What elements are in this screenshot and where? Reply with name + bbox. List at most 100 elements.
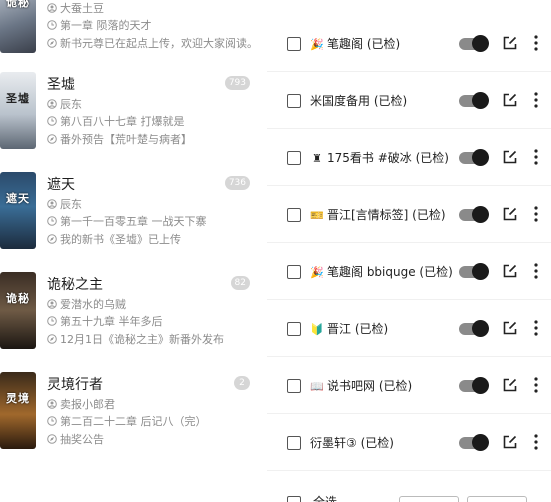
edit-icon[interactable]: [502, 263, 518, 279]
select-all-checkbox[interactable]: [287, 496, 301, 502]
source-select-checkbox[interactable]: [287, 436, 301, 450]
source-row[interactable]: 米国度备用 (已检): [267, 72, 551, 129]
more-options-icon[interactable]: [532, 433, 540, 451]
user-icon: [47, 399, 57, 409]
user-icon: [47, 99, 57, 109]
source-enabled-toggle[interactable]: [459, 149, 489, 166]
edit-icon[interactable]: [502, 434, 518, 450]
source-select-checkbox[interactable]: [287, 151, 301, 165]
book-note: 新书元尊已在起点上传，欢迎大家阅读。: [47, 35, 258, 51]
book-note: 番外预告【荒叶楚与病者】: [47, 131, 192, 147]
toggle-knob: [472, 35, 489, 52]
source-name: 🎉 笔趣阁 (已检): [310, 35, 400, 52]
edit-icon[interactable]: [502, 320, 518, 336]
book-item[interactable]: 遮天 遮天 736 辰东 第一千一百零五章 一战天下寨 我的新书《圣墟》已上传: [0, 172, 258, 272]
book-cover: 诡秘: [0, 0, 36, 53]
toggle-knob: [472, 149, 489, 166]
bottom-action-button[interactable]: [467, 496, 527, 502]
source-row[interactable]: 📖 说书吧网 (已检): [267, 357, 551, 414]
toggle-knob: [472, 206, 489, 223]
book-latest-chapter: 第五十九章 半年多后: [47, 313, 163, 329]
bookshelf-list: 诡秘 大蚕土豆 第一章 陨落的天才 新书元尊已在起点上传，欢迎大家阅读。 圣墟 …: [0, 0, 258, 502]
book-cover: 诡秘: [0, 272, 36, 349]
more-options-icon[interactable]: [532, 34, 540, 52]
edit-icon[interactable]: [502, 35, 518, 51]
clock-icon: [47, 116, 57, 126]
user-icon: [47, 299, 57, 309]
book-note: 12月1日《诡秘之主》新番外发布: [47, 331, 224, 347]
source-select-checkbox[interactable]: [287, 208, 301, 222]
source-select-checkbox[interactable]: [287, 37, 301, 51]
source-select-checkbox[interactable]: [287, 94, 301, 108]
unread-count-badge: 793: [224, 76, 250, 90]
book-latest-chapter: 第二百二十二章 后记八（完）: [47, 413, 207, 429]
book-title: 诡秘之主: [47, 277, 103, 293]
book-cover-text: 圣墟: [6, 92, 30, 105]
source-name-text: 笔趣阁 (已检): [327, 37, 401, 51]
source-emoji-icon: 🔰: [310, 323, 324, 336]
book-item[interactable]: 圣墟 圣墟 793 辰东 第八百八十七章 打爆就是 番外预告【荒叶楚与病者】: [0, 72, 258, 172]
source-row[interactable]: 🎉 笔趣阁 bbiquge (已检): [267, 243, 551, 300]
book-author: 辰东: [47, 96, 82, 112]
book-title: 圣墟: [47, 77, 75, 93]
compass-icon: [47, 234, 57, 244]
source-name-text: 衍墨轩③ (已检): [310, 436, 394, 450]
source-enabled-toggle[interactable]: [459, 35, 489, 52]
edit-icon[interactable]: [502, 377, 518, 393]
more-options-icon[interactable]: [532, 205, 540, 223]
source-select-checkbox[interactable]: [287, 379, 301, 393]
toggle-knob: [472, 320, 489, 337]
more-options-icon[interactable]: [532, 376, 540, 394]
book-source-list: 🎉 笔趣阁 (已检) 米国度备用 (已检) ♜ 175看书 #破冰 (已检) 🎫 晋江[言情…: [267, 0, 551, 502]
edit-icon[interactable]: [502, 92, 518, 108]
source-emoji-icon: ♜: [312, 152, 322, 165]
source-row[interactable]: 🎫 晋江[言情标签] (已检): [267, 186, 551, 243]
source-enabled-toggle[interactable]: [459, 92, 489, 109]
source-enabled-toggle[interactable]: [459, 320, 489, 337]
clock-icon: [47, 316, 57, 326]
source-row[interactable]: 衍墨轩③ (已检): [267, 414, 551, 471]
source-name-text: 晋江 (已检): [327, 322, 389, 336]
unread-count-badge: 736: [224, 176, 250, 190]
source-emoji-icon: 🎉: [310, 266, 324, 279]
more-options-icon[interactable]: [532, 319, 540, 337]
source-name: ♜ 175看书 #破冰 (已检): [310, 149, 449, 166]
book-title: 遮天: [47, 177, 75, 193]
book-item[interactable]: 诡秘 大蚕土豆 第一章 陨落的天才 新书元尊已在起点上传，欢迎大家阅读。: [0, 0, 258, 76]
source-name-text: 175看书 #破冰 (已检): [327, 151, 449, 165]
source-row[interactable]: 🔰 晋江 (已检): [267, 300, 551, 357]
source-enabled-toggle[interactable]: [459, 434, 489, 451]
edit-icon[interactable]: [502, 149, 518, 165]
book-cover-text: 诡秘: [6, 0, 30, 9]
source-row[interactable]: 🎉 笔趣阁 (已检): [267, 15, 551, 72]
source-select-checkbox[interactable]: [287, 322, 301, 336]
source-enabled-toggle[interactable]: [459, 206, 489, 223]
source-name: 衍墨轩③ (已检): [310, 434, 394, 451]
source-select-checkbox[interactable]: [287, 265, 301, 279]
book-note: 抽奖公告: [47, 431, 104, 447]
source-name-text: 说书吧网 (已检): [327, 379, 413, 393]
edit-icon[interactable]: [502, 206, 518, 222]
clock-icon: [47, 216, 57, 226]
source-row[interactable]: ♜ 175看书 #破冰 (已检): [267, 129, 551, 186]
source-enabled-toggle[interactable]: [459, 263, 489, 280]
source-enabled-toggle[interactable]: [459, 377, 489, 394]
book-author: 辰东: [47, 196, 82, 212]
select-all-label: 全选: [313, 495, 338, 502]
source-emoji-icon: 🎉: [310, 38, 324, 51]
more-options-icon[interactable]: [532, 262, 540, 280]
more-options-icon[interactable]: [532, 148, 540, 166]
source-name: 📖 说书吧网 (已检): [310, 377, 412, 394]
book-cover: 遮天: [0, 172, 36, 249]
source-name: 🔰 晋江 (已检): [310, 320, 388, 337]
book-latest-chapter: 第一章 陨落的天才: [47, 17, 152, 33]
book-item[interactable]: 诡秘 诡秘之主 82 爱潜水的乌贼 第五十九章 半年多后 12月1日《诡秘之主》…: [0, 272, 258, 372]
more-options-icon[interactable]: [532, 91, 540, 109]
user-icon: [47, 199, 57, 209]
book-latest-chapter: 第八百八十七章 打爆就是: [47, 113, 185, 129]
book-item[interactable]: 灵境 灵境行者 2 卖报小郎君 第二百二十二章 后记八（完） 抽奖公告: [0, 372, 258, 472]
unread-count-badge: 2: [234, 376, 250, 390]
user-icon: [47, 3, 57, 13]
bottom-action-button[interactable]: [399, 496, 459, 502]
toggle-knob: [472, 92, 489, 109]
